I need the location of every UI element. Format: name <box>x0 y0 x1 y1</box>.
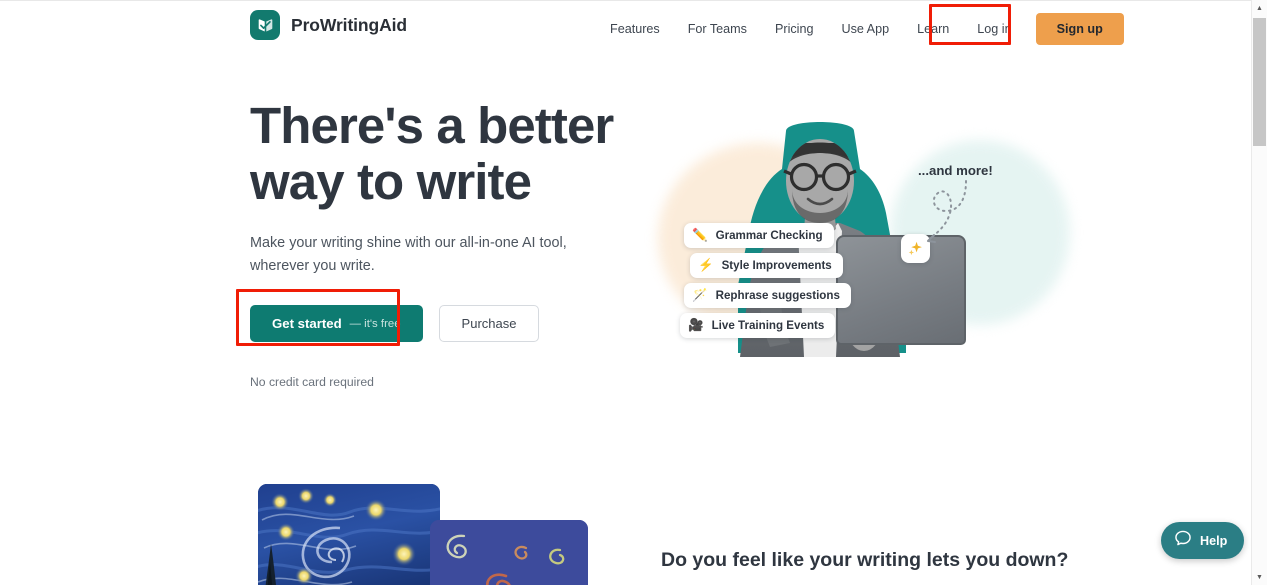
feature-chip-label: Style Improvements <box>721 259 832 272</box>
feature-chip-rephrase-suggestions: 🪄 Rephrase suggestions <box>684 283 851 308</box>
sign-up-button[interactable]: Sign up <box>1035 13 1124 45</box>
brand-logo-link[interactable]: ProWritingAid <box>250 10 407 40</box>
nav-item-use-app[interactable]: Use App <box>827 18 903 41</box>
feature-chip-style-improvements: ⚡ Style Improvements <box>690 253 843 278</box>
purchase-button[interactable]: Purchase <box>438 305 540 342</box>
feature-chip-label: Live Training Events <box>711 319 825 332</box>
starry-night-card <box>258 484 440 585</box>
chat-bubble-icon <box>1174 529 1192 552</box>
movie-camera-icon: 🎥 <box>688 318 704 333</box>
hero-title-line-2: way to write <box>250 153 532 210</box>
nav-item-learn[interactable]: Learn <box>903 18 963 41</box>
feature-chip-label: Grammar Checking <box>715 229 823 242</box>
book-check-icon <box>250 10 280 40</box>
dotted-curly-arrow-icon <box>927 180 967 243</box>
feature-chip-live-training-events: 🎥 Live Training Events <box>680 313 836 338</box>
hero-cta-row: Get started — it's free Purchase <box>250 305 630 342</box>
scroll-down-arrow-icon[interactable]: ▼ <box>1252 569 1267 585</box>
blue-doodle-card <box>430 520 588 585</box>
nav-item-pricing[interactable]: Pricing <box>761 18 828 41</box>
sample-cards-group <box>250 478 650 585</box>
pencil-icon: ✏️ <box>692 228 708 243</box>
section-heading: Do you feel like your writing lets you d… <box>661 549 1069 571</box>
help-widget-label: Help <box>1200 533 1228 548</box>
scroll-up-arrow-icon[interactable]: ▲ <box>1252 0 1267 16</box>
page-root: ProWritingAid Features For Teams Pricing… <box>0 0 1267 585</box>
scrollbar-thumb[interactable] <box>1253 18 1266 146</box>
nav-item-for-teams[interactable]: For Teams <box>674 18 761 41</box>
hero-title-line-1: There's a better <box>250 97 614 154</box>
brand-name: ProWritingAid <box>291 14 408 35</box>
nav-item-log-in[interactable]: Log in <box>963 18 1025 41</box>
get-started-button[interactable]: Get started — it's free <box>250 305 423 342</box>
nav-item-features[interactable]: Features <box>596 18 674 41</box>
lightning-icon: ⚡ <box>698 258 714 273</box>
magic-wand-icon: 🪄 <box>692 288 708 303</box>
page-title: There's a better way to write <box>250 98 630 210</box>
no-credit-card-note: No credit card required <box>250 375 374 389</box>
hero-text-column: There's a better way to write Make your … <box>250 98 630 389</box>
site-header: ProWritingAid Features For Teams Pricing… <box>0 0 1251 50</box>
get-started-label: Get started <box>272 316 342 331</box>
and-more-label: ...and more! <box>918 163 993 178</box>
hero-subtitle: Make your writing shine with our all-in-… <box>250 235 567 274</box>
help-widget-button[interactable]: Help <box>1161 522 1245 559</box>
main-nav: Features For Teams Pricing Use App Learn… <box>596 13 1124 45</box>
feature-chip-grammar-checking: ✏️ Grammar Checking <box>684 223 834 248</box>
hero-illustration: ✏️ Grammar Checking ⚡ Style Improvements… <box>640 95 1070 385</box>
feature-chip-label: Rephrase suggestions <box>715 289 840 302</box>
page-scrollbar[interactable]: ▲ ▼ <box>1251 0 1267 585</box>
sign-up-wrapper: Sign up <box>1035 13 1124 45</box>
get-started-suffix: — it's free <box>349 317 401 330</box>
